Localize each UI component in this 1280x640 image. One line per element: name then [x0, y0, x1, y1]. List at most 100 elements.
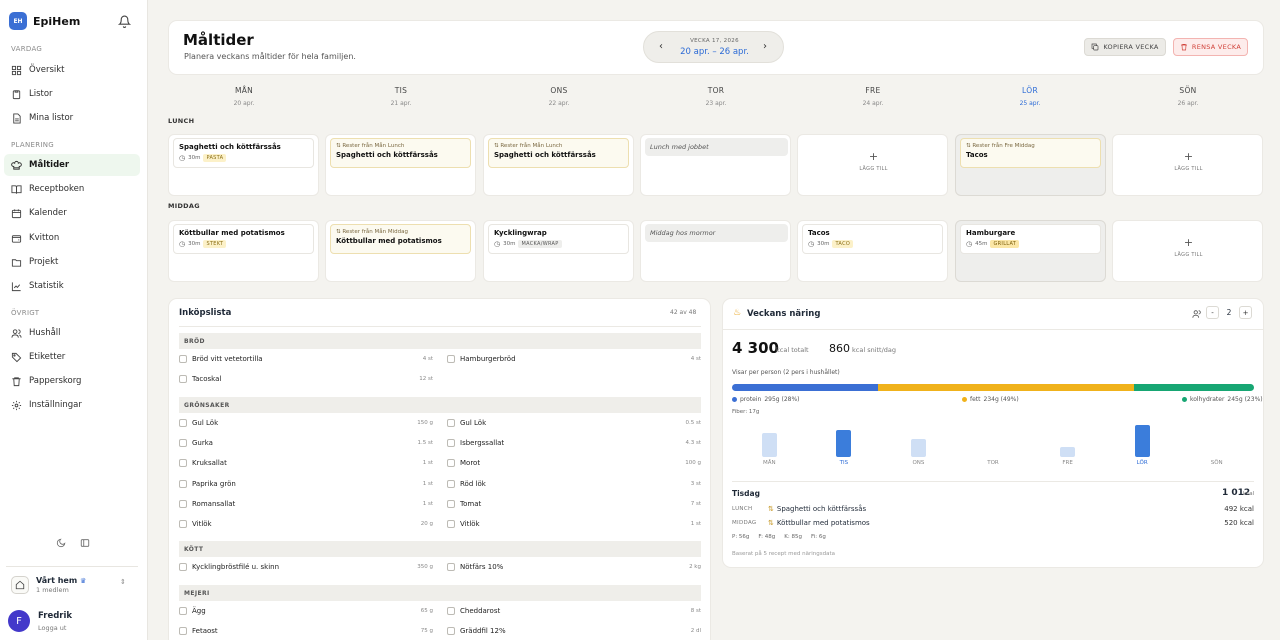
leftover-card[interactable]: ⇅ Rester från Fre Middag Tacos: [960, 138, 1101, 168]
moon-icon[interactable]: [56, 538, 66, 548]
item-checkbox[interactable]: [447, 606, 455, 615]
sidebar-toggle-icon[interactable]: [80, 538, 90, 548]
day-header[interactable]: LÖR 25 apr.: [955, 86, 1105, 107]
brand[interactable]: EH EpiHem: [9, 12, 80, 30]
day-header[interactable]: TIS 21 apr.: [326, 86, 476, 107]
shopping-item[interactable]: Isbergssallat 4.3 st: [447, 436, 701, 450]
shopping-item[interactable]: Gul Lök 0.5 st: [447, 416, 701, 430]
item-checkbox[interactable]: [447, 459, 455, 468]
item-checkbox[interactable]: [447, 438, 455, 447]
leftover-card[interactable]: ⇅ Rester från Mån Lunch Spaghetti och köt…: [330, 138, 471, 168]
daily-bar[interactable]: [1060, 447, 1076, 457]
sidebar-item-statistik[interactable]: Statistik: [4, 275, 140, 297]
meal-slot-lunch[interactable]: + LÄGG TILL: [797, 134, 948, 196]
item-checkbox[interactable]: [447, 418, 455, 427]
meal-card[interactable]: Köttbullar med potatismos ◷ 30m STEKT: [173, 224, 314, 254]
item-checkbox[interactable]: [447, 479, 455, 488]
shopping-item[interactable]: Gul Lök 150 g: [179, 416, 433, 430]
item-checkbox[interactable]: [179, 418, 187, 427]
shopping-item[interactable]: Hamburgerbröd 4 st: [447, 352, 701, 366]
item-checkbox[interactable]: [447, 520, 455, 529]
shopping-item[interactable]: Bröd vitt vetetortilla 4 st: [179, 352, 433, 366]
meal-card[interactable]: Hamburgare ◷ 45m GRILLAT: [960, 224, 1101, 254]
shopping-item[interactable]: Tacoskal 12 st: [179, 372, 433, 386]
meal-slot-dinner[interactable]: + LÄGG TILL: [1112, 220, 1263, 282]
decrement-button[interactable]: -: [1206, 306, 1219, 319]
daily-bar[interactable]: [1134, 425, 1150, 457]
item-checkbox[interactable]: [179, 375, 187, 384]
item-checkbox[interactable]: [179, 438, 187, 447]
meal-slot-dinner[interactable]: Kycklingwrap ◷ 30m MACKA/WRAP: [483, 220, 634, 282]
day-header[interactable]: SÖN 26 apr.: [1113, 86, 1263, 107]
add-meal-button[interactable]: + LÄGG TILL: [1113, 151, 1264, 172]
avatar[interactable]: F: [8, 610, 30, 632]
bell-icon[interactable]: [118, 15, 131, 28]
shopping-item[interactable]: Kycklingbröstfilé u. skinn 350 g: [179, 560, 433, 574]
shopping-item[interactable]: Morot 100 g: [447, 456, 701, 470]
shopping-item[interactable]: Romansallat 1 st: [179, 497, 433, 511]
meal-slot-dinner[interactable]: Köttbullar med potatismos ◷ 30m STEKT: [168, 220, 319, 282]
meal-slot-dinner[interactable]: Middag hos mormor: [640, 220, 791, 282]
meal-slot-lunch[interactable]: ⇅ Rester från Fre Middag Tacos: [955, 134, 1106, 196]
item-checkbox[interactable]: [179, 355, 187, 363]
meal-card[interactable]: Tacos ◷ 30m TACO: [802, 224, 943, 254]
meal-slot-lunch[interactable]: + LÄGG TILL: [1112, 134, 1263, 196]
shopping-item[interactable]: Fetaost 75 g: [179, 624, 433, 638]
sidebar-item-oversikt[interactable]: Översikt: [4, 59, 140, 81]
clear-week-button[interactable]: RENSA VECKA: [1173, 38, 1248, 56]
daily-bar[interactable]: [910, 439, 926, 457]
shopping-item[interactable]: Tomat 7 st: [447, 497, 701, 511]
item-checkbox[interactable]: [447, 627, 455, 635]
chevron-right-icon[interactable]: ›: [763, 41, 767, 52]
sidebar-item-installningar[interactable]: Inställningar: [4, 394, 140, 416]
shopping-item[interactable]: Ägg 65 g: [179, 604, 433, 618]
sidebar-item-listor[interactable]: Listor: [4, 83, 140, 105]
shopping-item[interactable]: Paprika grön 1 st: [179, 477, 433, 491]
logout-link[interactable]: Logga ut: [38, 624, 72, 632]
daily-bar[interactable]: [761, 433, 777, 457]
meal-slot-lunch[interactable]: ⇅ Rester från Mån Lunch Spaghetti och köt…: [483, 134, 634, 196]
meal-slot-dinner[interactable]: Hamburgare ◷ 45m GRILLAT: [955, 220, 1106, 282]
shopping-item[interactable]: Kruksallat 1 st: [179, 456, 433, 470]
meal-card[interactable]: Kycklingwrap ◷ 30m MACKA/WRAP: [488, 224, 629, 254]
meal-slot-dinner[interactable]: ⇅ Rester från Mån Middag Köttbullar med p…: [325, 220, 476, 282]
shopping-item[interactable]: Gurka 1.5 st: [179, 436, 433, 450]
shopping-item[interactable]: Nötfärs 10% 2 kg: [447, 560, 701, 574]
sidebar-item-kalender[interactable]: Kalender: [4, 202, 140, 224]
increment-button[interactable]: +: [1239, 306, 1252, 319]
item-checkbox[interactable]: [179, 479, 187, 488]
item-checkbox[interactable]: [179, 627, 187, 635]
add-meal-button[interactable]: + LÄGG TILL: [1113, 237, 1264, 258]
leftover-card[interactable]: ⇅ Rester från Mån Middag Köttbullar med p…: [330, 224, 471, 254]
item-checkbox[interactable]: [447, 499, 455, 508]
item-checkbox[interactable]: [179, 606, 187, 615]
item-checkbox[interactable]: [447, 563, 455, 572]
item-checkbox[interactable]: [447, 355, 455, 363]
daily-bar[interactable]: [836, 429, 852, 457]
day-header[interactable]: ONS 22 apr.: [484, 86, 634, 107]
sidebar-item-hushall[interactable]: Hushåll: [4, 322, 140, 344]
shopping-item[interactable]: Vitlök 20 g: [179, 517, 433, 531]
item-checkbox[interactable]: [179, 563, 187, 572]
copy-week-button[interactable]: KOPIERA VECKA: [1084, 38, 1166, 56]
item-checkbox[interactable]: [179, 520, 187, 529]
shopping-item[interactable]: Vitlök 1 st: [447, 517, 701, 531]
meal-card[interactable]: Spaghetti och köttfärssås ◷ 30m PASTA: [173, 138, 314, 168]
meal-slot-dinner[interactable]: Tacos ◷ 30m TACO: [797, 220, 948, 282]
day-header[interactable]: MÅN 20 apr.: [169, 86, 319, 107]
day-header[interactable]: TOR 23 apr.: [641, 86, 791, 107]
meal-note[interactable]: Lunch med jobbet: [645, 138, 788, 156]
leftover-card[interactable]: ⇅ Rester från Mån Lunch Spaghetti och köt…: [488, 138, 629, 168]
meal-slot-lunch[interactable]: ⇅ Rester från Mån Lunch Spaghetti och köt…: [325, 134, 476, 196]
sidebar-item-etiketter[interactable]: Etiketter: [4, 346, 140, 368]
meal-note[interactable]: Middag hos mormor: [645, 224, 788, 242]
shopping-item[interactable]: Cheddarost 8 st: [447, 604, 701, 618]
sidebar-item-receptboken[interactable]: Receptboken: [4, 178, 140, 200]
sidebar-item-kvitton[interactable]: Kvitton: [4, 227, 140, 249]
household-switcher[interactable]: Vårt hem ♛ 1 medlem ⇕: [6, 566, 138, 602]
shopping-item[interactable]: Röd lök 3 st: [447, 477, 701, 491]
item-checkbox[interactable]: [179, 459, 187, 468]
sidebar-item-projekt[interactable]: Projekt: [4, 251, 140, 273]
add-meal-button[interactable]: + LÄGG TILL: [798, 151, 949, 172]
shopping-item[interactable]: Gräddfil 12% 2 dl: [447, 624, 701, 638]
